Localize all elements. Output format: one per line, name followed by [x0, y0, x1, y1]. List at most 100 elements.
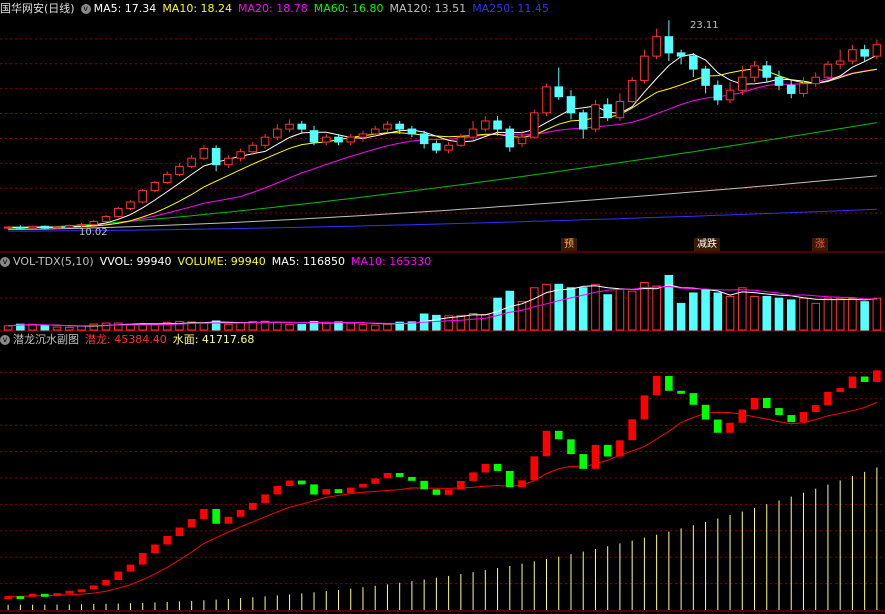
qianlong-avg-line: [8, 401, 878, 598]
qianlong-value: 潜龙: 45384.40: [85, 333, 167, 346]
volume-bar: [370, 324, 380, 331]
qianlong-bar: [151, 544, 159, 554]
volume-bar: [848, 297, 857, 331]
candle-body: [566, 96, 576, 114]
qianlong-bar: [65, 590, 74, 594]
candle-body: [285, 123, 294, 130]
qianlong-bar: [89, 585, 98, 590]
qianlong-bar: [775, 408, 783, 416]
volume-bar: [615, 288, 625, 331]
volume-bar: [517, 301, 527, 331]
candle-body: [138, 190, 148, 203]
candle-body: [554, 86, 564, 98]
candle-body: [334, 136, 343, 143]
qianlong-bar: [665, 376, 673, 391]
candle-body: [370, 128, 380, 135]
candle-body: [162, 173, 172, 184]
candle-body: [774, 76, 784, 86]
qianlong-bar: [187, 519, 196, 528]
candle-body: [750, 65, 759, 78]
qianlong-bar: [359, 483, 367, 488]
candle-body: [16, 226, 25, 229]
qianlong-bar: [224, 516, 233, 524]
candle-body: [786, 84, 796, 94]
candle-body: [603, 104, 612, 119]
candle-body: [835, 60, 845, 65]
qianlong-bar: [677, 390, 685, 394]
qianlong-bar: [249, 502, 257, 510]
candle-body: [823, 63, 833, 78]
qianlong-bar: [236, 509, 245, 517]
main-chart-header: 国华网安(日线) v MA5: 17.34 MA10: 18.24 MA20: 18.7…: [0, 0, 555, 18]
candle-body: [872, 44, 882, 57]
qianlong-bar: [493, 463, 502, 471]
volume-bar: [737, 287, 747, 331]
qianlong-bar: [4, 596, 12, 600]
volume-bar: [725, 295, 735, 331]
candle-body: [40, 225, 50, 229]
candle-body: [126, 201, 135, 209]
qianlong-bar: [126, 564, 135, 572]
volume-bar: [175, 320, 184, 331]
qianlong-bar: [444, 489, 453, 495]
volume-bar: [799, 297, 808, 331]
qianlong-bar: [860, 376, 869, 382]
qianlong-bar: [175, 527, 184, 537]
volume-bar: [65, 326, 74, 331]
candle-body: [456, 136, 466, 146]
candle-body: [383, 123, 392, 130]
candle-body: [481, 120, 490, 130]
volume-bar: [481, 313, 490, 331]
volume-bar: [811, 302, 820, 331]
qianlong-bar: [77, 589, 86, 593]
candle-body: [211, 147, 221, 166]
candle-body: [236, 151, 245, 159]
qianlong-bar: [114, 571, 123, 581]
qianlong-bar: [310, 484, 318, 495]
candle-body: [517, 136, 527, 145]
volume-bar: [101, 322, 111, 331]
vol-indicator-name[interactable]: VOL-TDX(5,10): [13, 255, 94, 268]
candle-body: [493, 120, 502, 130]
collapse-sub-icon[interactable]: v: [0, 335, 10, 345]
ma5-value: MA5: 17.34: [93, 2, 157, 15]
candle-body: [101, 216, 111, 222]
sub-indicator-name[interactable]: 潜龙沉水副图: [13, 333, 79, 346]
candle-body: [652, 36, 661, 57]
volume-bar: [872, 297, 882, 331]
candle-body: [199, 147, 209, 159]
stock-chart: [0, 20, 885, 612]
volume-bar: [823, 297, 833, 331]
volume-bar: [297, 324, 307, 331]
ma5-line: [8, 53, 878, 229]
qianlong-bar: [322, 489, 331, 495]
candle-body: [444, 144, 453, 151]
volume-bar: [199, 322, 209, 331]
qianlong-bar: [457, 480, 465, 490]
volume-bar: [566, 287, 576, 331]
shuimian-value: 水面: 41717.68: [172, 333, 255, 346]
qianlong-bar: [469, 472, 477, 481]
collapse-main-icon[interactable]: v: [80, 4, 91, 14]
volume-bar: [273, 321, 282, 331]
candle-body: [150, 182, 160, 192]
qianlong-bar: [163, 536, 171, 545]
volume-bar: [676, 302, 686, 331]
candle-body: [432, 143, 441, 151]
volume-bar: [689, 292, 698, 331]
candle-body: [3, 226, 13, 229]
candle-body: [701, 68, 710, 86]
collapse-volume-icon[interactable]: v: [0, 257, 10, 267]
candle-body: [468, 128, 478, 138]
volume-bar: [432, 314, 441, 331]
qianlong-bar: [518, 480, 526, 488]
qianlong-bar: [53, 593, 61, 597]
sub-chart-header: v 潜龙沉水副图 潜龙: 45384.40 水面: 41717.68: [0, 331, 260, 349]
qianlong-bar: [799, 412, 808, 423]
volume-bar: [652, 285, 661, 331]
vvol-value: VVOL: 99940: [99, 255, 172, 268]
volume-ma5-line: [8, 284, 877, 327]
qianlong-bar: [273, 485, 282, 495]
candle-body: [664, 36, 674, 54]
qianlong-bar: [824, 391, 832, 406]
